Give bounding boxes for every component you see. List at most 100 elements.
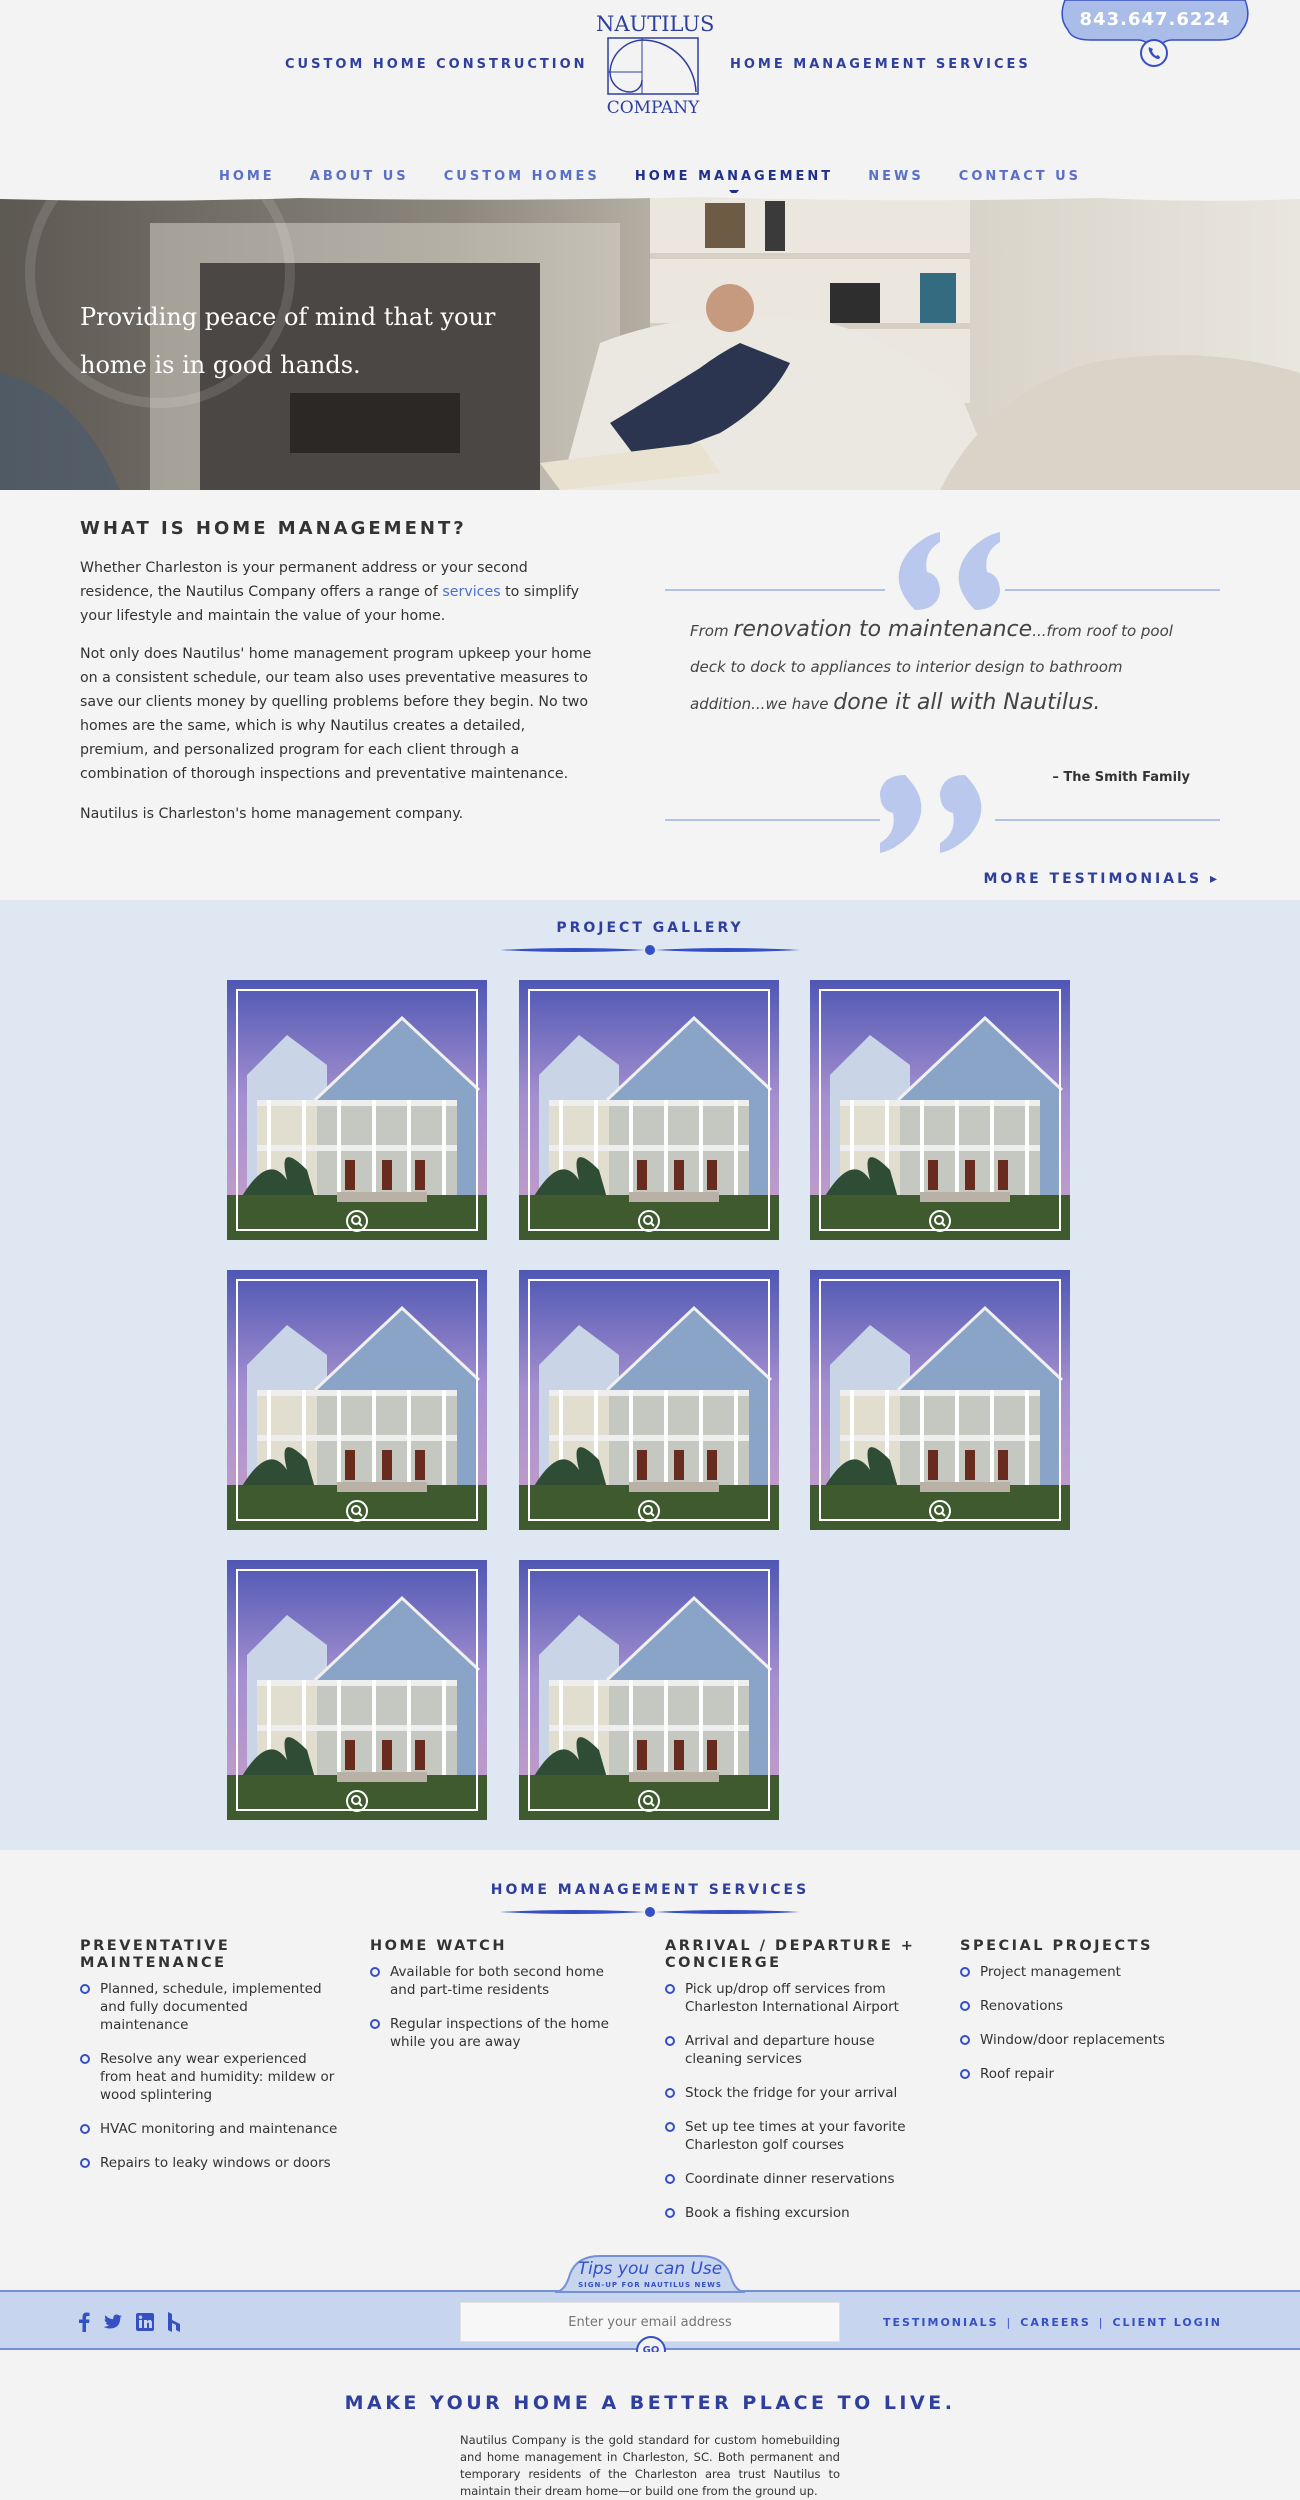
service-item: Planned, schedule, implemented and fully…	[80, 1980, 340, 2034]
service-item: Resolve any wear experienced from heat a…	[80, 2050, 340, 2104]
gallery-tile[interactable]	[810, 1270, 1070, 1530]
phone-icon[interactable]	[1139, 38, 1169, 68]
phone-number[interactable]: 843.647.6224	[1060, 9, 1250, 30]
logo-wordmark-bottom: COMPANY	[606, 98, 700, 118]
zoom-icon[interactable]	[346, 1790, 368, 1812]
gallery-tile[interactable]	[227, 1560, 487, 1820]
service-item: Coordinate dinner reservations	[665, 2170, 925, 2188]
nautilus-logo[interactable]: NAUTILUS COMPANY	[596, 10, 714, 120]
nav-news[interactable]: NEWS	[868, 169, 923, 184]
service-heading: PREVENTATIVE MAINTENANCE	[80, 1938, 231, 1971]
bottom-text: Nautilus Company is the gold standard fo…	[460, 2433, 840, 2498]
quote-part-4: done it all with Nautilus	[833, 690, 1094, 715]
service-item: Stock the fridge for your arrival	[665, 2084, 925, 2102]
phone-badge[interactable]: 843.647.6224	[1060, 0, 1250, 70]
service-item: Window/door replacements	[960, 2031, 1220, 2049]
nav-contact-us[interactable]: CONTACT US	[959, 169, 1081, 184]
footer-links: TESTIMONIALS | CAREERS | CLIENT LOGIN	[883, 2316, 1222, 2329]
testimonial-author: – The Smith Family	[1052, 770, 1190, 785]
houzz-icon[interactable]	[167, 2312, 181, 2336]
project-gallery: PROJECT GALLERY	[0, 900, 1300, 1850]
gallery-tile[interactable]	[810, 980, 1070, 1240]
testimonial: From renovation to maintenance...from ro…	[665, 520, 1220, 887]
quote-part-1: From	[690, 622, 734, 640]
careers-link[interactable]: CAREERS	[1020, 2316, 1090, 2329]
services-link[interactable]: services	[442, 584, 500, 600]
main-nav: HOME ABOUT US CUSTOM HOMES HOME MANAGEME…	[0, 165, 1300, 196]
testimonial-quote: From renovation to maintenance...from ro…	[690, 612, 1190, 722]
zoom-icon[interactable]	[929, 1210, 951, 1232]
service-item: HVAC monitoring and maintenance	[80, 2120, 340, 2138]
quote-part-5: .	[1093, 690, 1101, 715]
service-item: Regular inspections of the home while yo…	[370, 2015, 630, 2051]
service-column: ARRIVAL / DEPARTURE + CONCIERGE Pick up/…	[665, 1938, 925, 2238]
service-item: Book a fishing excursion	[665, 2204, 925, 2222]
hero-tagline: Providing peace of mind that your home i…	[80, 303, 496, 379]
zoom-icon[interactable]	[929, 1500, 951, 1522]
about-section: WHAT IS HOME MANAGEMENT? Whether Charles…	[0, 490, 1300, 900]
client-login-link[interactable]: CLIENT LOGIN	[1112, 2316, 1222, 2329]
about-paragraph-1: Whether Charleston is your permanent add…	[80, 556, 592, 628]
nautilus-shell-icon	[607, 37, 699, 95]
newsletter-title: Tips you can Use	[577, 2259, 723, 2279]
site-header: CUSTOM HOME CONSTRUCTION NAUTILUS COMPAN…	[0, 0, 1300, 196]
nav-home[interactable]: HOME	[219, 169, 275, 184]
service-item: Roof repair	[960, 2065, 1220, 2083]
custom-home-construction-link[interactable]: CUSTOM HOME CONSTRUCTION	[285, 57, 588, 72]
home-management-services-link[interactable]: HOME MANAGEMENT SERVICES	[730, 57, 1031, 72]
gallery-title: PROJECT GALLERY	[556, 920, 744, 936]
zoom-icon[interactable]	[638, 1790, 660, 1812]
zoom-icon[interactable]	[638, 1500, 660, 1522]
nav-about-us[interactable]: ABOUT US	[310, 169, 409, 184]
service-item: Set up tee times at your favorite Charle…	[665, 2118, 925, 2154]
more-testimonials-label: MORE TESTIMONIALS	[983, 871, 1203, 887]
twitter-icon[interactable]	[103, 2313, 123, 2335]
testimonials-link[interactable]: TESTIMONIALS	[883, 2316, 999, 2329]
bottom-section: MAKE YOUR HOME A BETTER PLACE TO LIVE. N…	[0, 2352, 1300, 2500]
service-column: PREVENTATIVE MAINTENANCE Planned, schedu…	[80, 1938, 340, 2188]
service-column: HOME WATCH Available for both second hom…	[370, 1938, 630, 2067]
gallery-tile[interactable]	[227, 1270, 487, 1530]
section-title: WHAT IS HOME MANAGEMENT?	[80, 518, 467, 539]
services-section: HOME MANAGEMENT SERVICES PREVENTATIVE MA…	[0, 1850, 1300, 2290]
link-separator: |	[1098, 2316, 1105, 2329]
linkedin-icon[interactable]	[136, 2313, 155, 2335]
zoom-icon[interactable]	[346, 1210, 368, 1232]
gallery-photo	[519, 1560, 779, 1820]
zoom-icon[interactable]	[638, 1210, 660, 1232]
more-testimonials-link[interactable]: MORE TESTIMONIALS ▸	[983, 871, 1220, 887]
service-column: SPECIAL PROJECTS Project management Reno…	[960, 1938, 1220, 2099]
quote-part-2: renovation to maintenance	[733, 617, 1033, 642]
services-title: HOME MANAGEMENT SERVICES	[490, 1882, 810, 1898]
gallery-tile[interactable]	[519, 1560, 779, 1820]
gallery-tile[interactable]	[227, 980, 487, 1240]
gallery-photo	[519, 980, 779, 1240]
gallery-photo	[810, 980, 1070, 1240]
gallery-photo	[227, 1560, 487, 1820]
about-paragraph-3: Nautilus is Charleston's home management…	[80, 806, 464, 822]
facebook-icon[interactable]	[78, 2312, 90, 2336]
service-item: Project management	[960, 1963, 1220, 1981]
newsletter-tab: Tips you can Use SIGN-UP FOR NAUTILUS NE…	[555, 2254, 745, 2294]
bottom-title: MAKE YOUR HOME A BETTER PLACE TO LIVE.	[344, 2392, 956, 2414]
link-separator: |	[1006, 2316, 1013, 2329]
service-item: Arrival and departure house cleaning ser…	[665, 2032, 925, 2068]
gallery-tile[interactable]	[519, 1270, 779, 1530]
zoom-icon[interactable]	[346, 1500, 368, 1522]
service-item: Repairs to leaky windows or doors	[80, 2154, 340, 2172]
service-item: Available for both second home and part-…	[370, 1963, 630, 1999]
social-links	[78, 2312, 189, 2336]
service-item: Pick up/drop off services from Charlesto…	[665, 1980, 925, 2016]
about-paragraph-2: Not only does Nautilus' home management …	[80, 646, 592, 782]
caret-right-icon: ▸	[1209, 871, 1220, 887]
hero-banner: Providing peace of mind that your home i…	[0, 193, 1300, 490]
service-heading: SPECIAL PROJECTS	[960, 1938, 1153, 1954]
nav-home-management[interactable]: HOME MANAGEMENT	[635, 169, 833, 196]
gallery-photo	[227, 1270, 487, 1530]
ornament-divider-icon	[500, 945, 800, 955]
ornament-divider-icon	[500, 1907, 800, 1917]
gallery-photo	[810, 1270, 1070, 1530]
service-item: Renovations	[960, 1997, 1220, 2015]
gallery-tile[interactable]	[519, 980, 779, 1240]
nav-custom-homes[interactable]: CUSTOM HOMES	[444, 169, 600, 184]
